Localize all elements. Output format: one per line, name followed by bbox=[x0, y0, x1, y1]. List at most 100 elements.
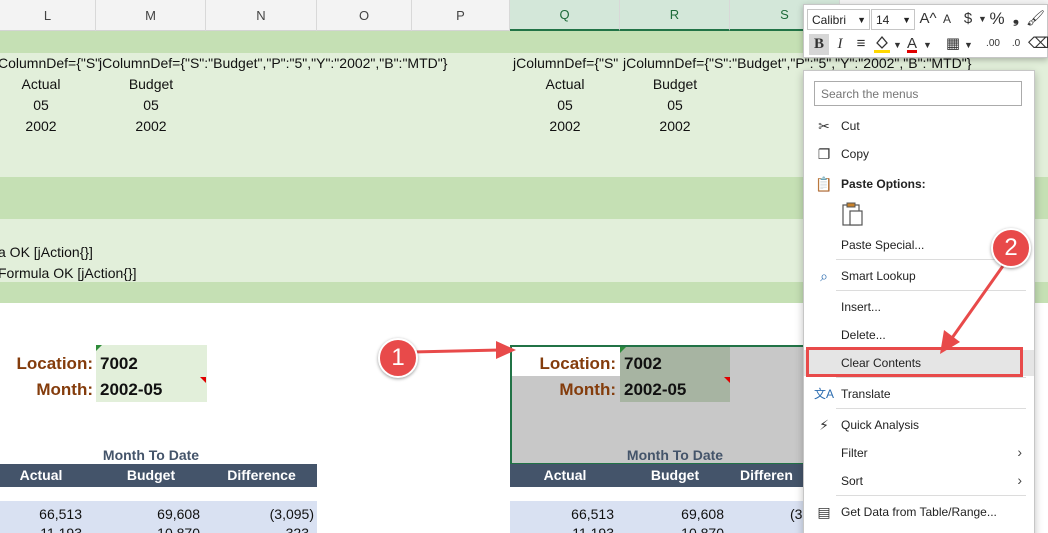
menu-item-label: Delete... bbox=[841, 328, 886, 342]
chevron-down-icon[interactable]: ▼ bbox=[893, 35, 902, 55]
def-year-right-1: 2002 bbox=[549, 118, 581, 134]
chevron-down-icon[interactable]: ▼ bbox=[923, 35, 932, 55]
month-value-left[interactable]: 2002-05 bbox=[100, 380, 162, 400]
quick-analysis-icon: ⚡ bbox=[819, 417, 829, 433]
cell-actual[interactable]: 11,193 bbox=[0, 524, 82, 533]
column-header-m[interactable]: M bbox=[96, 0, 206, 31]
callout-arrow-1 bbox=[411, 341, 516, 359]
location-label-left: Location: bbox=[16, 354, 94, 373]
clipboard-icon: 📋 bbox=[815, 176, 833, 192]
mini-toolbar: Calibri ▼ 14 ▼ A^ A $ ▼ % ❟ 🖌 B I ≡ ▼ A … bbox=[803, 4, 1048, 58]
align-center-icon[interactable]: ≡ bbox=[852, 34, 870, 54]
menu-item-label: Sort bbox=[841, 474, 864, 488]
grow-font-icon[interactable]: A^ bbox=[919, 9, 937, 29]
comment-marker-icon bbox=[200, 377, 206, 383]
shrink-font-icon[interactable]: A bbox=[939, 9, 955, 29]
month-label-right: Month: bbox=[559, 380, 616, 399]
menu-item-quick-analysis[interactable]: ⚡ Quick Analysis bbox=[804, 412, 1034, 438]
header-budget: Budget bbox=[126, 467, 176, 483]
cell-difference[interactable]: (3,095) bbox=[206, 505, 314, 523]
font-color-icon[interactable]: A bbox=[903, 34, 921, 54]
menu-item-label: Paste Special... bbox=[841, 238, 925, 252]
increase-decimal-icon[interactable]: .00 bbox=[982, 34, 1004, 54]
def-actual-right: Actual bbox=[545, 76, 585, 92]
menu-item-label: Paste Options: bbox=[841, 177, 926, 191]
menu-search-input[interactable] bbox=[814, 81, 1022, 106]
cell-budget[interactable]: 10,870 bbox=[620, 524, 724, 533]
def-year-right-2: 2002 bbox=[659, 118, 691, 134]
paste-clipboard-icon[interactable] bbox=[840, 201, 866, 229]
def-year-left-2: 2002 bbox=[135, 118, 167, 134]
cell-budget[interactable]: 69,608 bbox=[96, 505, 200, 523]
def-period-right-1: 05 bbox=[557, 97, 573, 113]
comma-style-icon[interactable]: ❟ bbox=[1009, 9, 1023, 29]
formula-text-left-1: ColumnDef={"S" bbox=[0, 55, 101, 71]
report-header-right: Actual Budget Differen bbox=[510, 464, 806, 487]
def-budget-left: Budget bbox=[128, 76, 174, 92]
excel-window: L M N O P Q R S ColumnDef={"S" jColumnDe… bbox=[0, 0, 1048, 533]
location-value-left[interactable]: 7002 bbox=[100, 354, 138, 374]
menu-item-label: Quick Analysis bbox=[841, 418, 920, 432]
currency-icon[interactable]: $ bbox=[961, 9, 975, 29]
font-size-select[interactable]: 14 ▼ bbox=[871, 9, 915, 30]
column-header-n[interactable]: N bbox=[206, 0, 317, 31]
comment-marker-icon bbox=[96, 345, 102, 351]
borders-icon[interactable]: ▦ bbox=[944, 34, 962, 54]
month-label-left: Month: bbox=[36, 380, 93, 399]
status-line-2: Formula OK [jAction{}] bbox=[0, 265, 137, 281]
menu-item-translate[interactable]: 文A Translate bbox=[804, 381, 1034, 407]
cell-budget[interactable]: 69,608 bbox=[620, 505, 724, 523]
comment-marker-icon bbox=[620, 347, 626, 353]
fill-color-icon[interactable] bbox=[872, 34, 892, 60]
def-period-right-2: 05 bbox=[667, 97, 683, 113]
clear-format-icon[interactable]: ⌫ bbox=[1028, 34, 1048, 54]
search-icon: ⌕ bbox=[820, 268, 828, 284]
cell-actual[interactable]: 66,513 bbox=[510, 505, 614, 523]
menu-item-filter[interactable]: Filter › bbox=[804, 440, 1034, 466]
chevron-right-icon: › bbox=[1017, 444, 1022, 460]
column-header-r[interactable]: R bbox=[620, 0, 730, 31]
font-name-select[interactable]: Calibri ▼ bbox=[807, 9, 870, 30]
menu-divider bbox=[836, 377, 1026, 378]
formula-text-right-1: jColumnDef={"S" bbox=[513, 55, 619, 71]
header-actual: Actual bbox=[19, 467, 63, 483]
comment-marker-icon bbox=[724, 377, 730, 383]
cell-difference[interactable]: 323 bbox=[206, 524, 309, 533]
percent-icon[interactable]: % bbox=[988, 9, 1006, 29]
chevron-down-icon[interactable]: ▼ bbox=[978, 9, 987, 29]
format-painter-icon[interactable]: 🖌 bbox=[1026, 9, 1045, 29]
menu-item-copy[interactable]: ❐ Copy bbox=[804, 141, 1034, 167]
italic-button[interactable]: I bbox=[832, 34, 848, 54]
column-header-p[interactable]: P bbox=[412, 0, 510, 31]
location-value-right[interactable]: 7002 bbox=[624, 354, 662, 374]
decrease-decimal-icon[interactable]: .0 bbox=[1006, 34, 1026, 54]
chevron-down-icon[interactable]: ▼ bbox=[964, 35, 973, 55]
chevron-down-icon: ▼ bbox=[902, 14, 911, 25]
menu-item-label: Translate bbox=[841, 387, 891, 401]
header-budget: Budget bbox=[650, 467, 700, 483]
menu-item-sort[interactable]: Sort › bbox=[804, 468, 1034, 494]
menu-item-get-data[interactable]: ▤ Get Data from Table/Range... bbox=[804, 499, 1034, 525]
cell-budget[interactable]: 10,870 bbox=[96, 524, 200, 533]
font-name-value: Calibri bbox=[812, 12, 847, 27]
header-difference: Differen bbox=[740, 467, 793, 483]
menu-item-label: Get Data from Table/Range... bbox=[841, 505, 997, 519]
copy-icon: ❐ bbox=[817, 146, 831, 162]
column-header-l[interactable]: L bbox=[0, 0, 96, 31]
report-header-left: Actual Budget Difference bbox=[0, 464, 317, 487]
bold-button[interactable]: B bbox=[809, 34, 829, 55]
callout-badge-1: 1 bbox=[378, 338, 418, 378]
header-difference: Difference bbox=[227, 467, 296, 483]
cell-actual[interactable]: 66,513 bbox=[0, 505, 82, 523]
menu-divider bbox=[836, 408, 1026, 409]
cell-actual[interactable]: 11,193 bbox=[510, 524, 614, 533]
location-label-right: Location: bbox=[539, 354, 617, 373]
menu-item-cut[interactable]: ✂ Cut bbox=[804, 113, 1034, 139]
menu-item-label: Insert... bbox=[841, 300, 882, 314]
column-header-o[interactable]: O bbox=[317, 0, 412, 31]
menu-divider bbox=[836, 495, 1026, 496]
column-header-q[interactable]: Q bbox=[510, 0, 620, 31]
cell-difference[interactable]: (3 bbox=[790, 505, 802, 523]
month-value-right[interactable]: 2002-05 bbox=[624, 380, 686, 400]
def-budget-right: Budget bbox=[652, 76, 698, 92]
